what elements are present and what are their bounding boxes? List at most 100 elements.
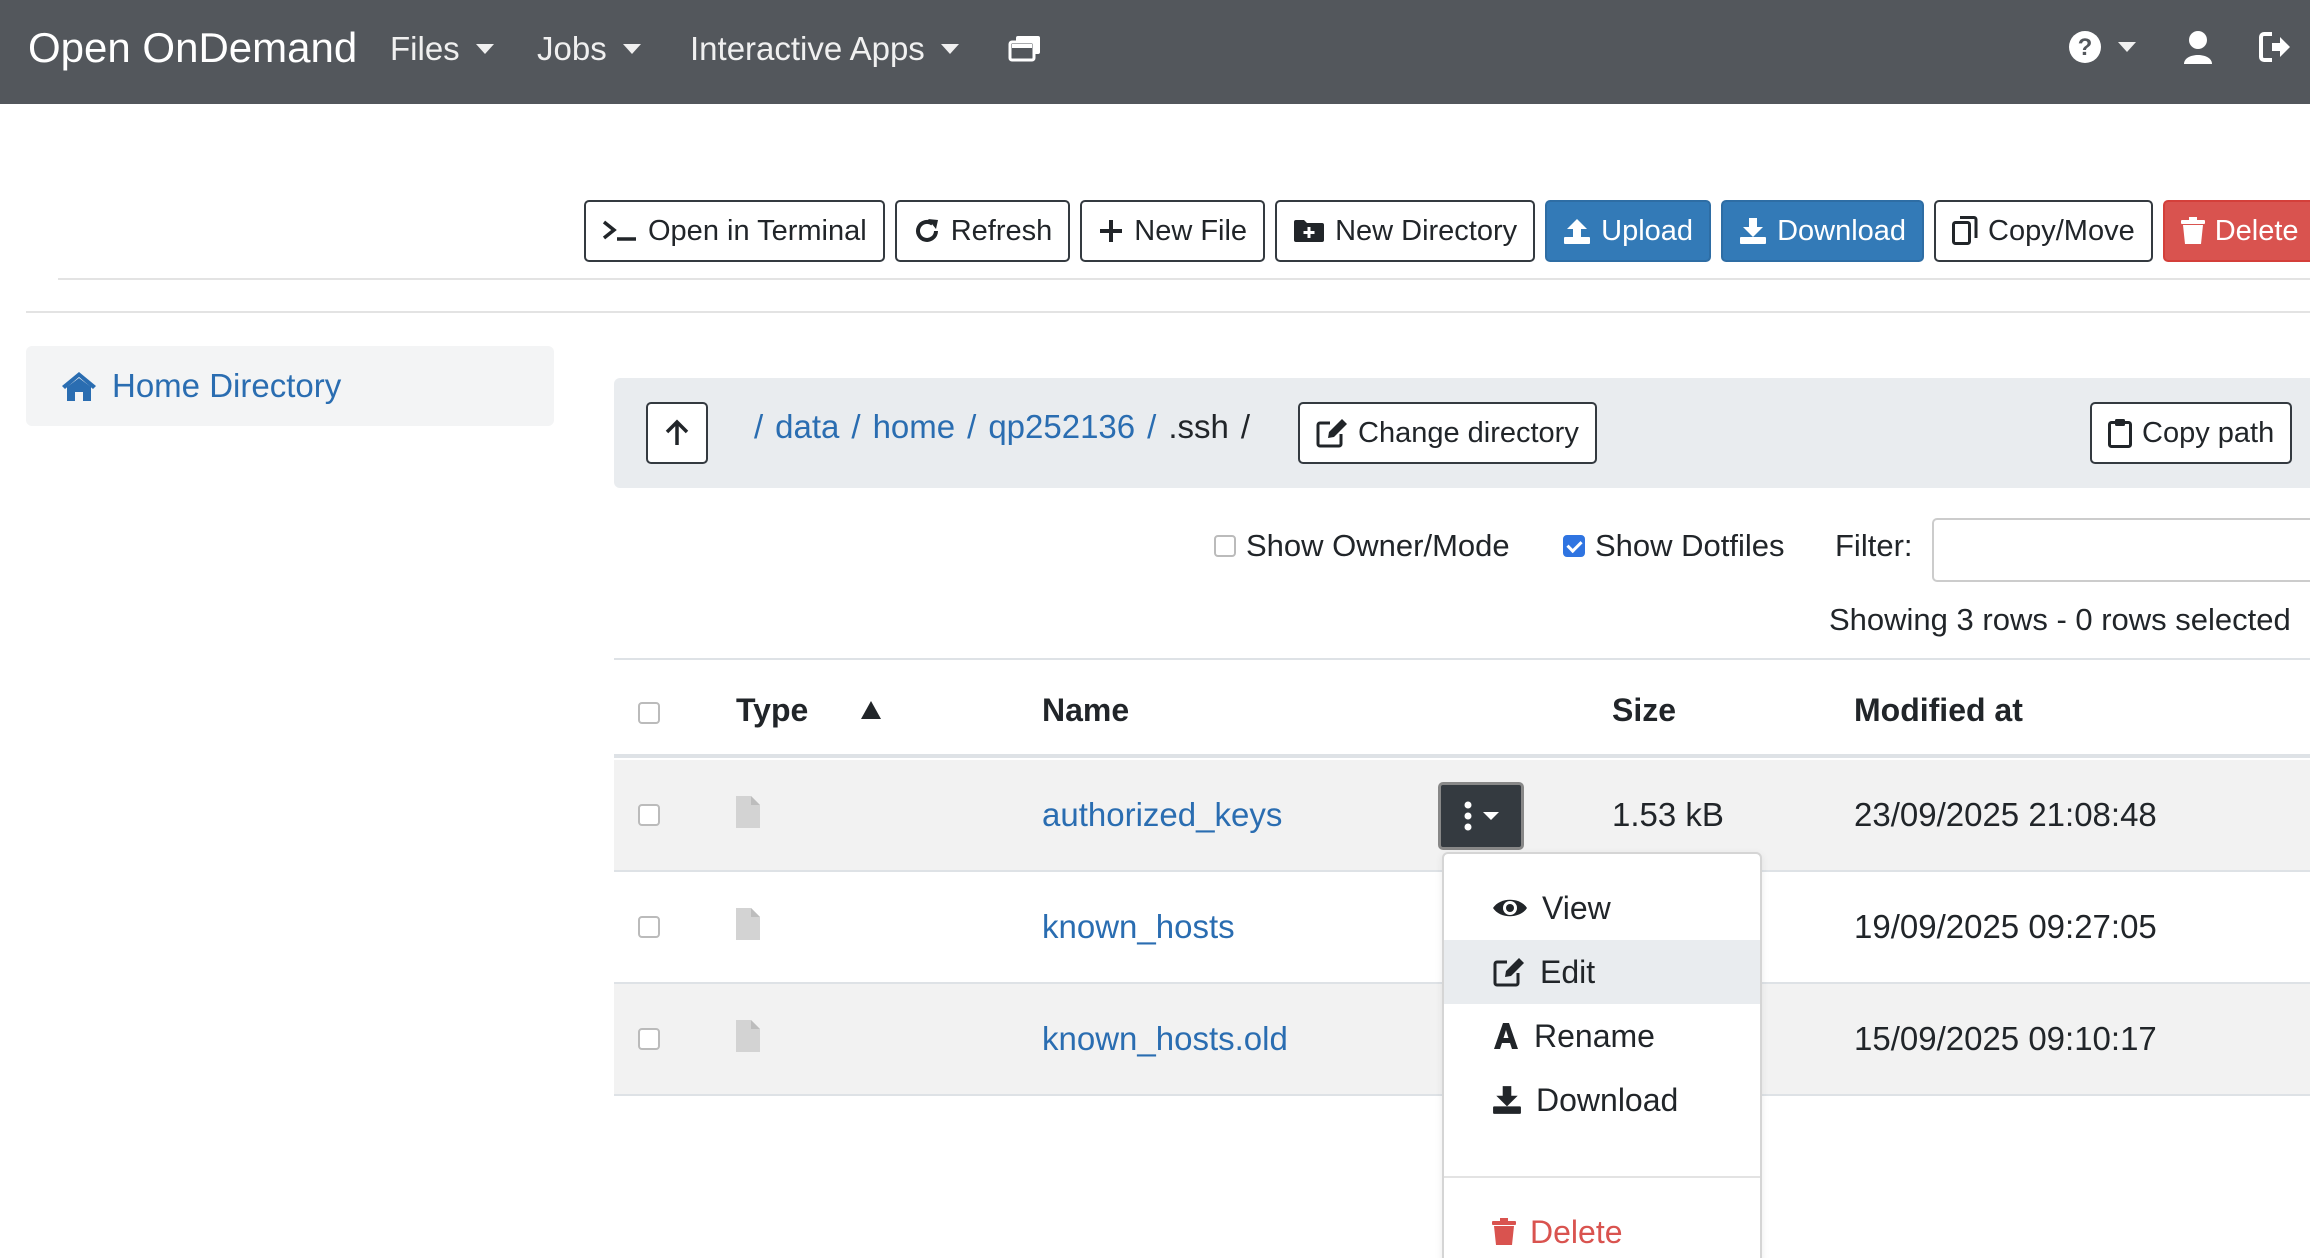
download-button[interactable]: Download bbox=[1721, 200, 1925, 262]
folder-plus-icon bbox=[1294, 220, 1325, 242]
file-name-link[interactable]: authorized_keys bbox=[1042, 796, 1282, 834]
plus-icon bbox=[1100, 220, 1123, 242]
svg-text:?: ? bbox=[2078, 34, 2093, 61]
breadcrumb: / data / home / qp252136 / .ssh / bbox=[754, 408, 1250, 446]
terminal-icon bbox=[602, 220, 636, 241]
file-toolbar: Open in Terminal Refresh New File New Di… bbox=[584, 200, 2310, 262]
row-checkbox[interactable] bbox=[638, 804, 660, 826]
row-actions-dropdown: View Edit Rename Download Delete bbox=[1442, 852, 1762, 1258]
copy-icon bbox=[1952, 216, 1978, 245]
chevron-down-icon bbox=[2118, 42, 2136, 52]
delete-button[interactable]: Delete bbox=[2162, 200, 2310, 262]
menu-item-edit[interactable]: Edit bbox=[1444, 940, 1760, 1004]
edit-icon bbox=[1493, 958, 1524, 987]
user-icon[interactable] bbox=[2182, 30, 2214, 64]
chevron-down-icon bbox=[1483, 812, 1499, 820]
filter-input[interactable] bbox=[1932, 518, 2310, 582]
trash-icon bbox=[2180, 217, 2205, 244]
breadcrumb-current: .ssh bbox=[1168, 408, 1229, 445]
change-directory-button[interactable]: Change directory bbox=[1298, 402, 1597, 464]
breadcrumb-home[interactable]: home bbox=[873, 408, 956, 446]
change-directory-label: Change directory bbox=[1358, 416, 1579, 449]
my-sessions-icon[interactable] bbox=[1008, 34, 1042, 64]
breadcrumb-user[interactable]: qp252136 bbox=[988, 408, 1135, 446]
show-owner-mode-label: Show Owner/Mode bbox=[1246, 528, 1510, 563]
logout-icon[interactable] bbox=[2258, 30, 2292, 64]
chevron-down-icon bbox=[940, 44, 959, 54]
files-menu[interactable]: Files bbox=[390, 30, 494, 68]
eye-icon bbox=[1493, 899, 1527, 917]
menu-item-download[interactable]: Download bbox=[1444, 1068, 1760, 1132]
path-bar: / data / home / qp252136 / .ssh / Change… bbox=[614, 378, 2310, 488]
top-navbar: Open OnDemand Files Jobs Interactive App… bbox=[0, 0, 2310, 104]
download-label: Download bbox=[1777, 214, 1907, 247]
help-menu[interactable]: ? bbox=[2068, 30, 2136, 64]
new-file-button[interactable]: New File bbox=[1080, 200, 1266, 262]
show-owner-mode-toggle[interactable]: Show Owner/Mode bbox=[1214, 528, 1510, 564]
brand-link[interactable]: Open OnDemand bbox=[28, 24, 357, 72]
divider bbox=[26, 311, 2310, 313]
show-dotfiles-toggle[interactable]: Show Dotfiles bbox=[1563, 528, 1785, 564]
breadcrumb-separator: / bbox=[1147, 408, 1157, 445]
sort-ascending-icon[interactable] bbox=[860, 700, 882, 720]
breadcrumb-separator: / bbox=[967, 408, 977, 445]
upload-button[interactable]: Upload bbox=[1545, 200, 1712, 262]
edit-icon bbox=[1316, 419, 1347, 448]
show-dotfiles-label: Show Dotfiles bbox=[1595, 528, 1785, 563]
jobs-menu[interactable]: Jobs bbox=[537, 30, 641, 68]
interactive-apps-menu[interactable]: Interactive Apps bbox=[690, 30, 959, 68]
modified-column-header[interactable]: Modified at bbox=[1854, 692, 2023, 729]
file-icon bbox=[736, 1020, 760, 1052]
select-all-checkbox[interactable] bbox=[638, 702, 660, 724]
menu-item-label: View bbox=[1542, 889, 1611, 926]
file-modified: 19/09/2025 09:27:05 bbox=[1854, 908, 2157, 945]
upload-label: Upload bbox=[1601, 214, 1694, 247]
row-actions-button[interactable] bbox=[1438, 782, 1524, 850]
interactive-apps-menu-label: Interactive Apps bbox=[690, 30, 925, 67]
copy-path-button[interactable]: Copy path bbox=[2090, 402, 2293, 464]
breadcrumb-data[interactable]: data bbox=[775, 408, 839, 446]
row-count-status: Showing 3 rows - 0 rows selected bbox=[1829, 602, 2291, 637]
new-directory-label: New Directory bbox=[1335, 214, 1518, 247]
new-file-label: New File bbox=[1134, 214, 1248, 247]
menu-item-label: Edit bbox=[1540, 953, 1596, 990]
menu-item-label: Download bbox=[1536, 1081, 1679, 1118]
home-icon bbox=[62, 372, 96, 401]
file-modified: 15/09/2025 09:10:17 bbox=[1854, 1020, 2157, 1057]
upload-icon bbox=[1564, 219, 1591, 244]
delete-label: Delete bbox=[2214, 214, 2299, 247]
open-in-terminal-button[interactable]: Open in Terminal bbox=[584, 200, 885, 262]
new-directory-button[interactable]: New Directory bbox=[1275, 200, 1536, 262]
file-name-link[interactable]: known_hosts bbox=[1042, 908, 1235, 946]
row-checkbox[interactable] bbox=[638, 1028, 660, 1050]
name-column-header[interactable]: Name bbox=[1042, 692, 1129, 729]
copy-move-button[interactable]: Copy/Move bbox=[1934, 200, 2153, 262]
trash-icon bbox=[1492, 1218, 1516, 1245]
help-icon: ? bbox=[2069, 31, 2101, 63]
jobs-menu-label: Jobs bbox=[537, 30, 607, 67]
row-checkbox[interactable] bbox=[638, 916, 660, 938]
menu-item-delete[interactable]: Delete bbox=[1444, 1200, 1760, 1258]
file-name-link[interactable]: known_hosts.old bbox=[1042, 1020, 1288, 1058]
menu-item-label: Rename bbox=[1534, 1017, 1655, 1054]
show-dotfiles-checkbox[interactable] bbox=[1563, 535, 1585, 557]
refresh-label: Refresh bbox=[950, 214, 1053, 247]
menu-divider bbox=[1444, 1176, 1760, 1178]
chevron-down-icon bbox=[622, 44, 641, 54]
type-column-header[interactable]: Type bbox=[736, 692, 808, 729]
menu-item-rename[interactable]: Rename bbox=[1444, 1004, 1760, 1068]
sidebar-item-label: Home Directory bbox=[112, 367, 342, 404]
breadcrumb-root[interactable]: / bbox=[754, 408, 763, 446]
open-in-terminal-label: Open in Terminal bbox=[648, 214, 867, 247]
file-size: 1.53 kB bbox=[1612, 796, 1724, 833]
chevron-down-icon bbox=[475, 44, 494, 54]
go-up-button[interactable] bbox=[646, 402, 708, 464]
refresh-button[interactable]: Refresh bbox=[894, 200, 1071, 262]
download-icon bbox=[1740, 218, 1767, 244]
menu-item-view[interactable]: View bbox=[1444, 876, 1760, 940]
size-column-header[interactable]: Size bbox=[1612, 692, 1676, 729]
refresh-icon bbox=[915, 219, 938, 242]
show-owner-mode-checkbox[interactable] bbox=[1214, 535, 1236, 557]
filter-label: Filter: bbox=[1835, 528, 1913, 563]
sidebar-item-home-directory[interactable]: Home Directory bbox=[26, 346, 554, 426]
